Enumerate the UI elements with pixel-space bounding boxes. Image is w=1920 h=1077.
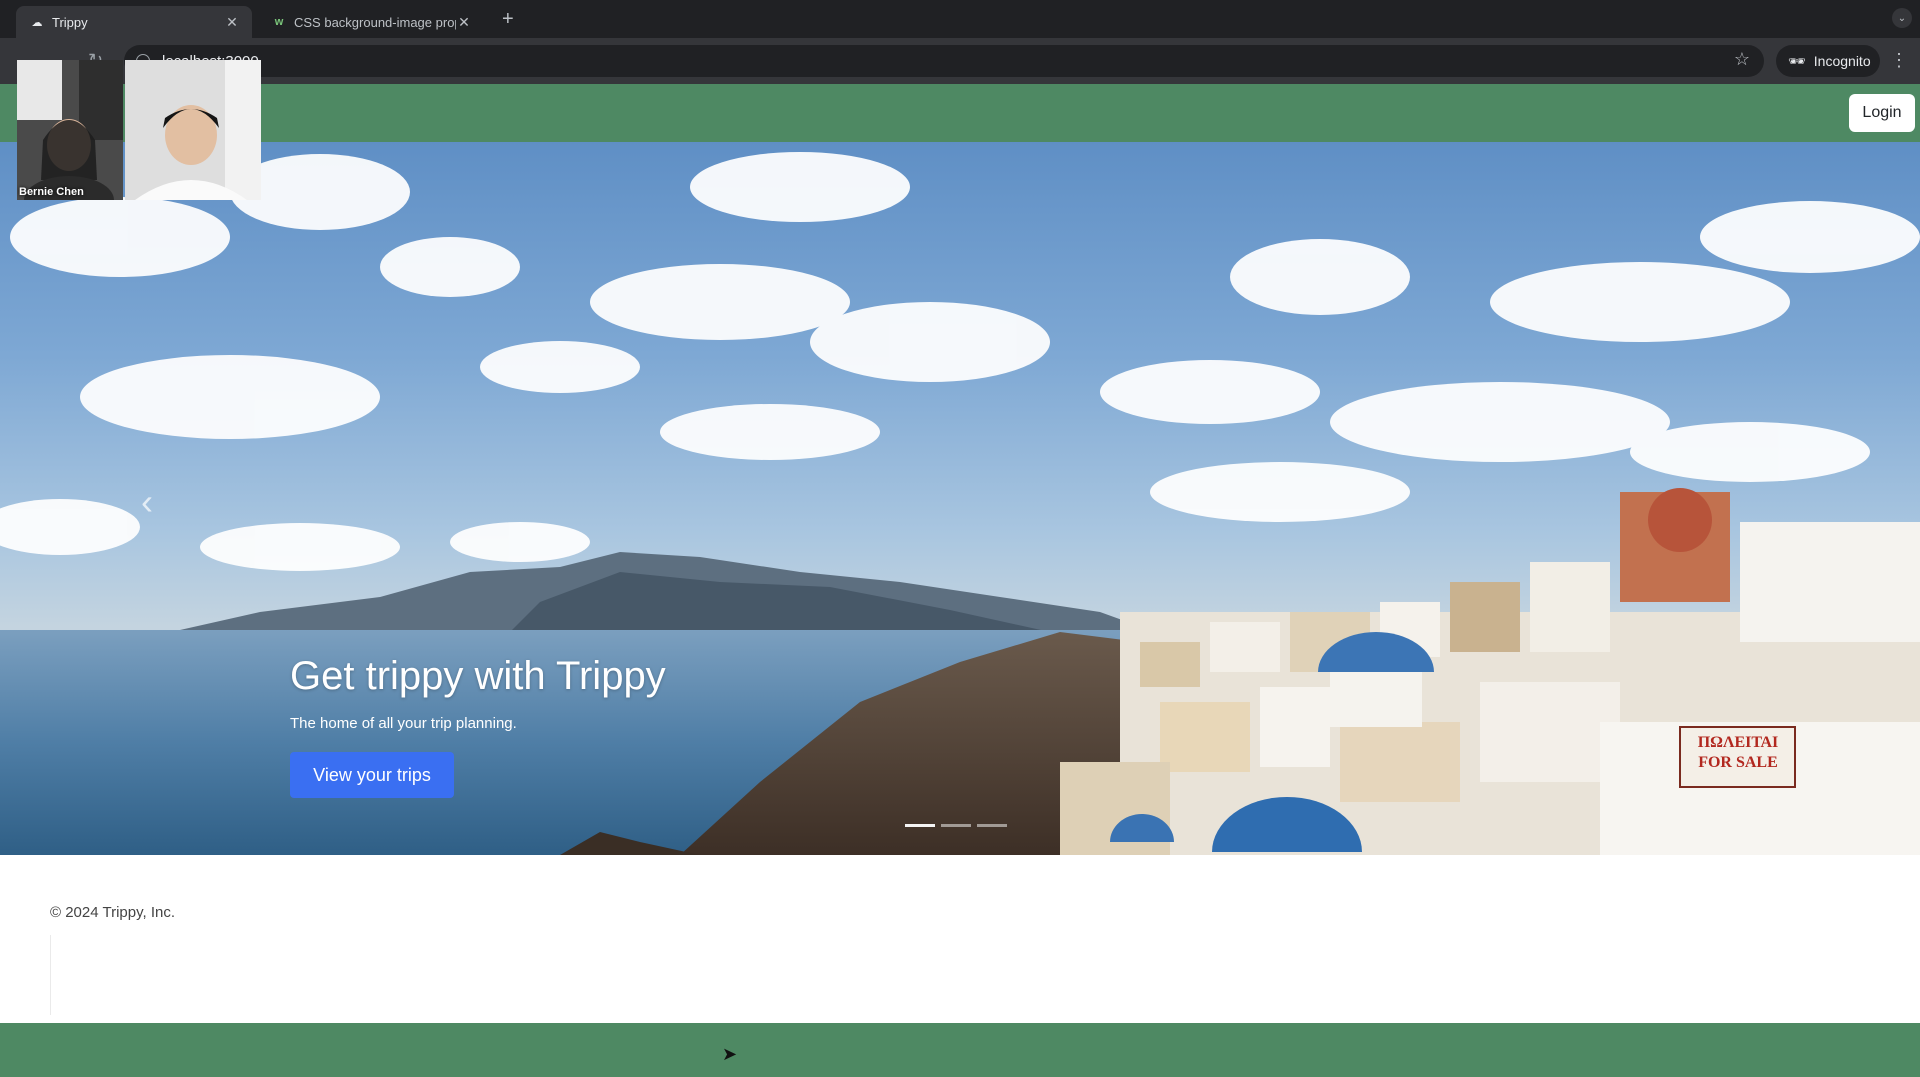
incognito-label: Incognito [1813,53,1871,69]
carousel-indicator[interactable] [977,824,1007,827]
w3-icon: w [274,16,284,28]
bottom-bar [0,1023,1920,1077]
new-tab-icon[interactable]: + [502,8,514,31]
app-navbar: Login [0,84,1920,142]
hero-carousel: ΠΩΛΕΙΤΑΙ FOR SALE ‹ Get trippy with Trip… [0,142,1920,855]
tab-title: CSS background-image prope [294,14,456,30]
address-bar[interactable]: localhost:3000 ☆ [124,45,1764,77]
mouse-cursor-icon: ➤ [722,1044,738,1064]
tab-search-icon[interactable]: ⌄ [1892,8,1912,28]
browser-tab-bar: ☁ Trippy ✕ w CSS background-image prope … [0,0,1920,38]
participant-video-tile[interactable] [125,60,261,200]
santorini-hero-image: ΠΩΛΕΙΤΑΙ FOR SALE [0,152,1920,855]
close-tab-icon[interactable]: ✕ [456,14,472,31]
close-tab-icon[interactable]: ✕ [224,14,240,31]
page-footer: © 2024 Trippy, Inc. [0,855,1920,1023]
browser-tab-trippy[interactable]: ☁ Trippy ✕ [16,6,252,38]
participant-avatar [17,60,123,200]
incognito-icon: 🕶 [1788,52,1806,69]
hero-subtitle: The home of all your trip planning. [290,715,517,732]
svg-text:ΠΩΛΕΙΤΑΙ: ΠΩΛΕΙΤΑΙ [1698,734,1779,751]
carousel-indicator[interactable] [941,824,971,827]
view-trips-button[interactable]: View your trips [290,752,454,798]
carousel-prev-icon[interactable]: ‹ [132,477,162,527]
hero-title: Get trippy with Trippy [290,654,666,698]
participant-video-tile[interactable]: Bernie Chen [17,60,123,200]
video-call-overlay[interactable]: Bernie Chen [17,60,263,200]
browser-toolbar: ← → ↻ localhost:3000 ☆ 🕶 Incognito ⋮ [0,38,1920,84]
browser-menu-icon[interactable]: ⋮ [1890,50,1908,71]
carousel-indicator[interactable] [905,824,935,827]
divider [50,935,51,1015]
tab-title: Trippy [52,14,88,30]
incognito-indicator[interactable]: 🕶 Incognito [1776,45,1880,77]
svg-text:FOR SALE: FOR SALE [1698,754,1778,771]
participant-avatar [125,60,261,200]
bookmark-star-icon[interactable]: ☆ [1734,49,1750,70]
cloud-icon: ☁ [31,16,43,29]
copyright-text: © 2024 Trippy, Inc. [50,904,176,921]
login-button[interactable]: Login [1849,94,1915,132]
carousel-indicators [905,824,1007,827]
browser-tab-css-background[interactable]: w CSS background-image prope ✕ [258,6,484,38]
participant-name: Bernie Chen [19,186,84,198]
